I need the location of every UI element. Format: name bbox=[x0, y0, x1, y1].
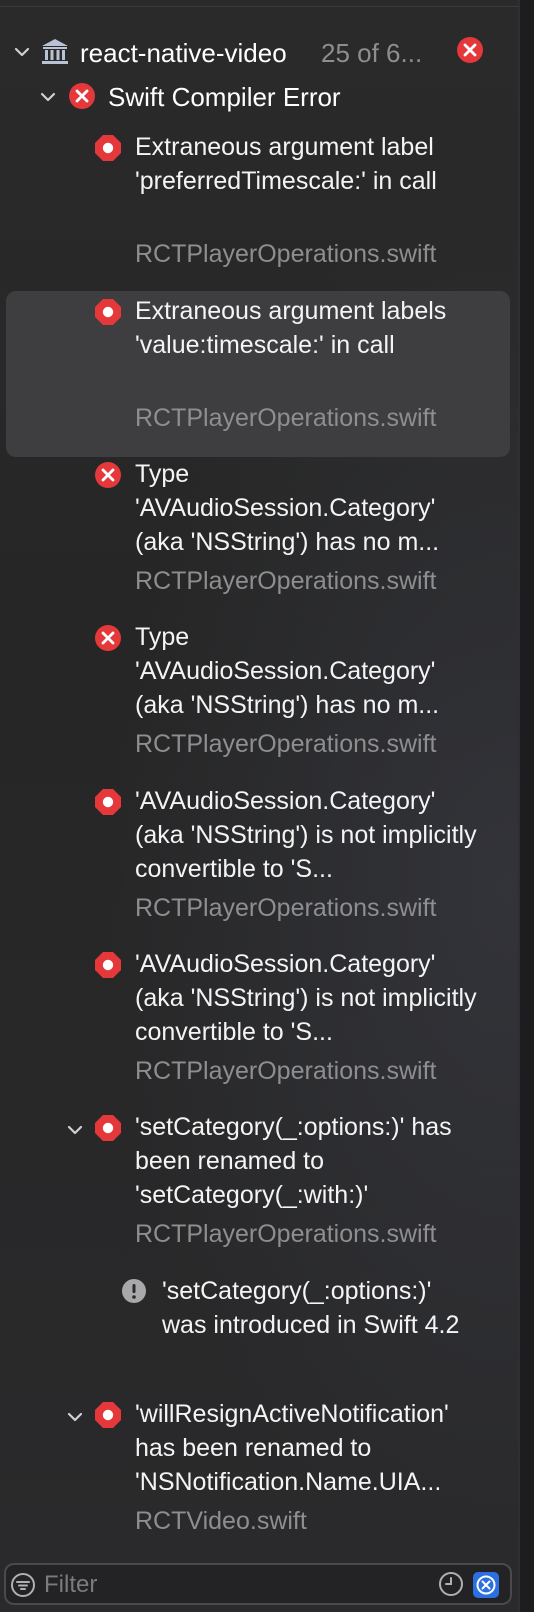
error-octagon-icon bbox=[94, 134, 122, 167]
chevron-down-icon[interactable] bbox=[40, 89, 56, 105]
scroll-gutter[interactable] bbox=[520, 0, 534, 1612]
issue-file: RCTPlayerOperations.swift bbox=[135, 567, 437, 595]
issue-message: 'AVAudioSession.Category' (aka 'NSString… bbox=[135, 787, 477, 883]
issue-file: RCTPlayerOperations.swift bbox=[135, 1220, 437, 1248]
project-row[interactable]: react-native-video 25 of 6... bbox=[0, 34, 520, 74]
error-x-icon bbox=[94, 461, 122, 494]
group-row[interactable]: Swift Compiler Error bbox=[0, 80, 520, 120]
chevron-down-icon[interactable] bbox=[14, 44, 30, 60]
issue-file: RCTPlayerOperations.swift bbox=[135, 1057, 437, 1085]
filter-input[interactable]: Filter bbox=[44, 1571, 97, 1599]
issue-count: 25 of 6... bbox=[321, 38, 423, 68]
issue-message: Extraneous argument label 'preferredTime… bbox=[135, 133, 437, 195]
error-octagon-icon bbox=[94, 1114, 122, 1147]
issue-message: Type 'AVAudioSession.Category' (aka 'NSS… bbox=[135, 460, 440, 556]
issue-file: RCTPlayerOperations.swift bbox=[135, 894, 437, 922]
issue-file: RCTVideo.swift bbox=[135, 1507, 307, 1535]
chevron-down-icon[interactable] bbox=[67, 1409, 83, 1425]
issue-message: 'AVAudioSession.Category' (aka 'NSString… bbox=[135, 950, 477, 1046]
error-octagon-icon bbox=[94, 951, 122, 984]
error-x-icon bbox=[94, 624, 122, 657]
filter-bar[interactable]: Filter bbox=[4, 1563, 512, 1605]
error-octagon-icon bbox=[94, 1401, 122, 1434]
issue-message: 'setCategory(_:options:)' was introduced… bbox=[162, 1277, 460, 1339]
issue-message: Extraneous argument labels 'value:timesc… bbox=[135, 297, 447, 359]
issue-message: 'willResignActiveNotification' has been … bbox=[135, 1400, 449, 1496]
issue-message: Type 'AVAudioSession.Category' (aka 'NSS… bbox=[135, 623, 440, 719]
chevron-down-icon[interactable] bbox=[67, 1122, 83, 1138]
note-icon bbox=[121, 1278, 147, 1309]
project-name: react-native-video bbox=[80, 38, 287, 68]
issue-file: RCTPlayerOperations.swift bbox=[135, 404, 437, 432]
top-divider bbox=[0, 6, 534, 7]
errors-only-toggle-icon[interactable] bbox=[472, 1571, 500, 1604]
issue-message: 'setCategory(_:options:)' has been renam… bbox=[135, 1113, 452, 1209]
error-octagon-icon bbox=[94, 298, 122, 331]
issue-file: RCTPlayerOperations.swift bbox=[135, 240, 437, 268]
group-title: Swift Compiler Error bbox=[108, 82, 341, 112]
error-x-icon bbox=[68, 82, 96, 115]
clock-icon[interactable] bbox=[438, 1571, 464, 1602]
error-badge-icon bbox=[456, 36, 484, 69]
error-octagon-icon bbox=[94, 788, 122, 821]
filter-icon[interactable] bbox=[10, 1572, 36, 1603]
library-icon bbox=[40, 36, 70, 71]
issue-file: RCTPlayerOperations.swift bbox=[135, 730, 437, 758]
